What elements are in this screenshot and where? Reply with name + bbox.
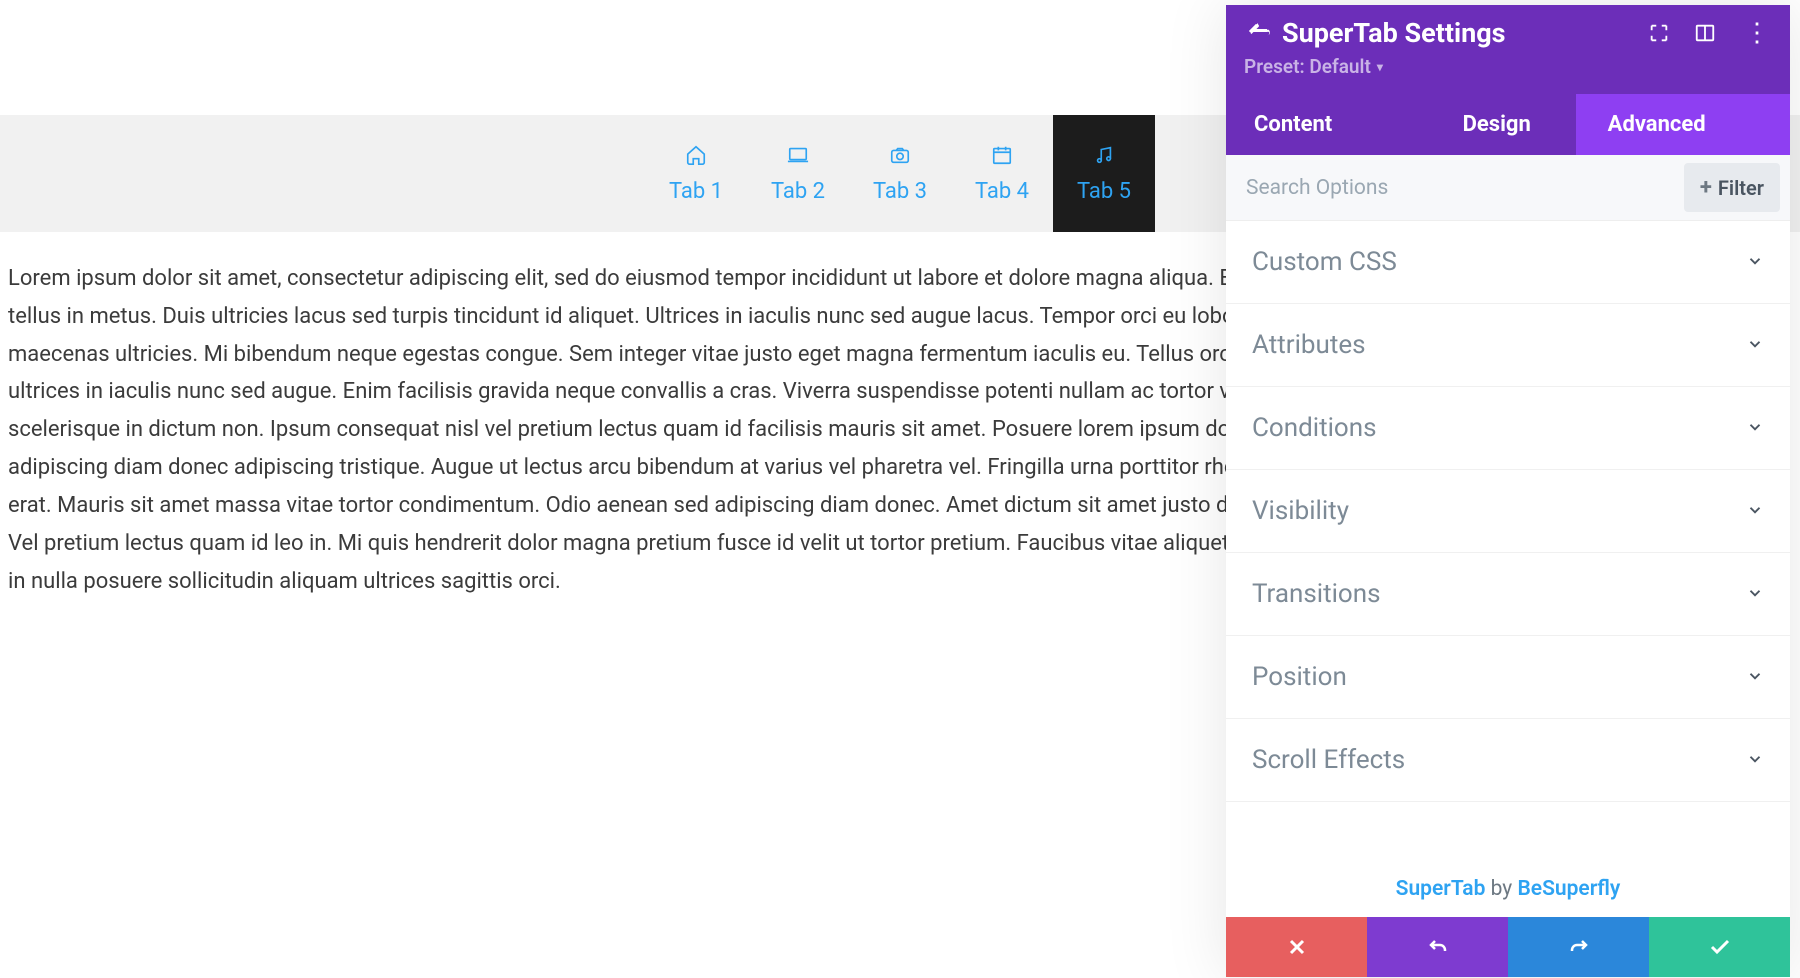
music-icon: [1093, 143, 1115, 167]
save-button[interactable]: [1649, 917, 1790, 977]
tab-advanced[interactable]: Advanced: [1576, 94, 1790, 155]
panel-title: SuperTab Settings: [1282, 17, 1506, 49]
product-link[interactable]: SuperTab: [1396, 877, 1486, 901]
tab-content[interactable]: Content: [1226, 94, 1418, 155]
tab-label: Tab 3: [873, 179, 927, 204]
columns-icon[interactable]: [1694, 22, 1716, 44]
preset-label: Preset: Default: [1244, 55, 1371, 78]
options-list: Custom CSS Attributes Conditions Visibil…: [1226, 221, 1790, 857]
chevron-down-icon: [1746, 579, 1764, 609]
tab-label: Tab 1: [669, 179, 723, 204]
filter-button[interactable]: + Filter: [1684, 163, 1780, 212]
tab-3[interactable]: Tab 3: [849, 115, 951, 232]
tab-1[interactable]: Tab 1: [645, 115, 747, 232]
redo-button[interactable]: [1508, 917, 1649, 977]
option-position[interactable]: Position: [1226, 636, 1790, 719]
option-conditions[interactable]: Conditions: [1226, 387, 1790, 470]
chevron-down-icon: [1746, 745, 1764, 775]
tab-design[interactable]: Design: [1418, 94, 1576, 155]
camera-icon: [889, 143, 911, 167]
home-icon: [685, 143, 707, 167]
panel-tabs: Content Design Advanced: [1226, 94, 1790, 155]
option-visibility[interactable]: Visibility: [1226, 470, 1790, 553]
option-scroll-effects[interactable]: Scroll Effects: [1226, 719, 1790, 802]
tab-label: Tab 2: [771, 179, 825, 204]
tab-4[interactable]: Tab 4: [951, 115, 1053, 232]
tab-5[interactable]: Tab 5: [1053, 115, 1155, 232]
tab-label: Tab 4: [975, 179, 1029, 204]
back-icon[interactable]: [1242, 20, 1278, 46]
search-input[interactable]: [1226, 156, 1674, 220]
chevron-down-icon: [1746, 496, 1764, 526]
search-row: + Filter: [1226, 155, 1790, 221]
author-link[interactable]: BeSuperfly: [1517, 877, 1620, 901]
laptop-icon: [787, 143, 809, 167]
settings-panel: SuperTab Settings ⋮ Preset: Default ▾ Co…: [1226, 5, 1790, 977]
option-transitions[interactable]: Transitions: [1226, 553, 1790, 636]
calendar-icon: [991, 143, 1013, 167]
chevron-down-icon: ▾: [1377, 60, 1383, 74]
expand-icon[interactable]: [1648, 22, 1670, 44]
tab-label: Tab 5: [1077, 179, 1131, 204]
plus-icon: +: [1700, 175, 1712, 200]
chevron-down-icon: [1746, 413, 1764, 443]
attribution: SuperTab by BeSuperfly: [1226, 857, 1790, 917]
undo-button[interactable]: [1367, 917, 1508, 977]
panel-header: SuperTab Settings ⋮ Preset: Default ▾ Co…: [1226, 5, 1790, 155]
filter-label: Filter: [1718, 176, 1764, 200]
chevron-down-icon: [1746, 330, 1764, 360]
option-custom-css[interactable]: Custom CSS: [1226, 221, 1790, 304]
chevron-down-icon: [1746, 662, 1764, 692]
panel-footer: [1226, 917, 1790, 977]
cancel-button[interactable]: [1226, 917, 1367, 977]
preset-dropdown[interactable]: Preset: Default ▾: [1226, 51, 1790, 94]
chevron-down-icon: [1746, 247, 1764, 277]
tab-2[interactable]: Tab 2: [747, 115, 849, 232]
option-attributes[interactable]: Attributes: [1226, 304, 1790, 387]
